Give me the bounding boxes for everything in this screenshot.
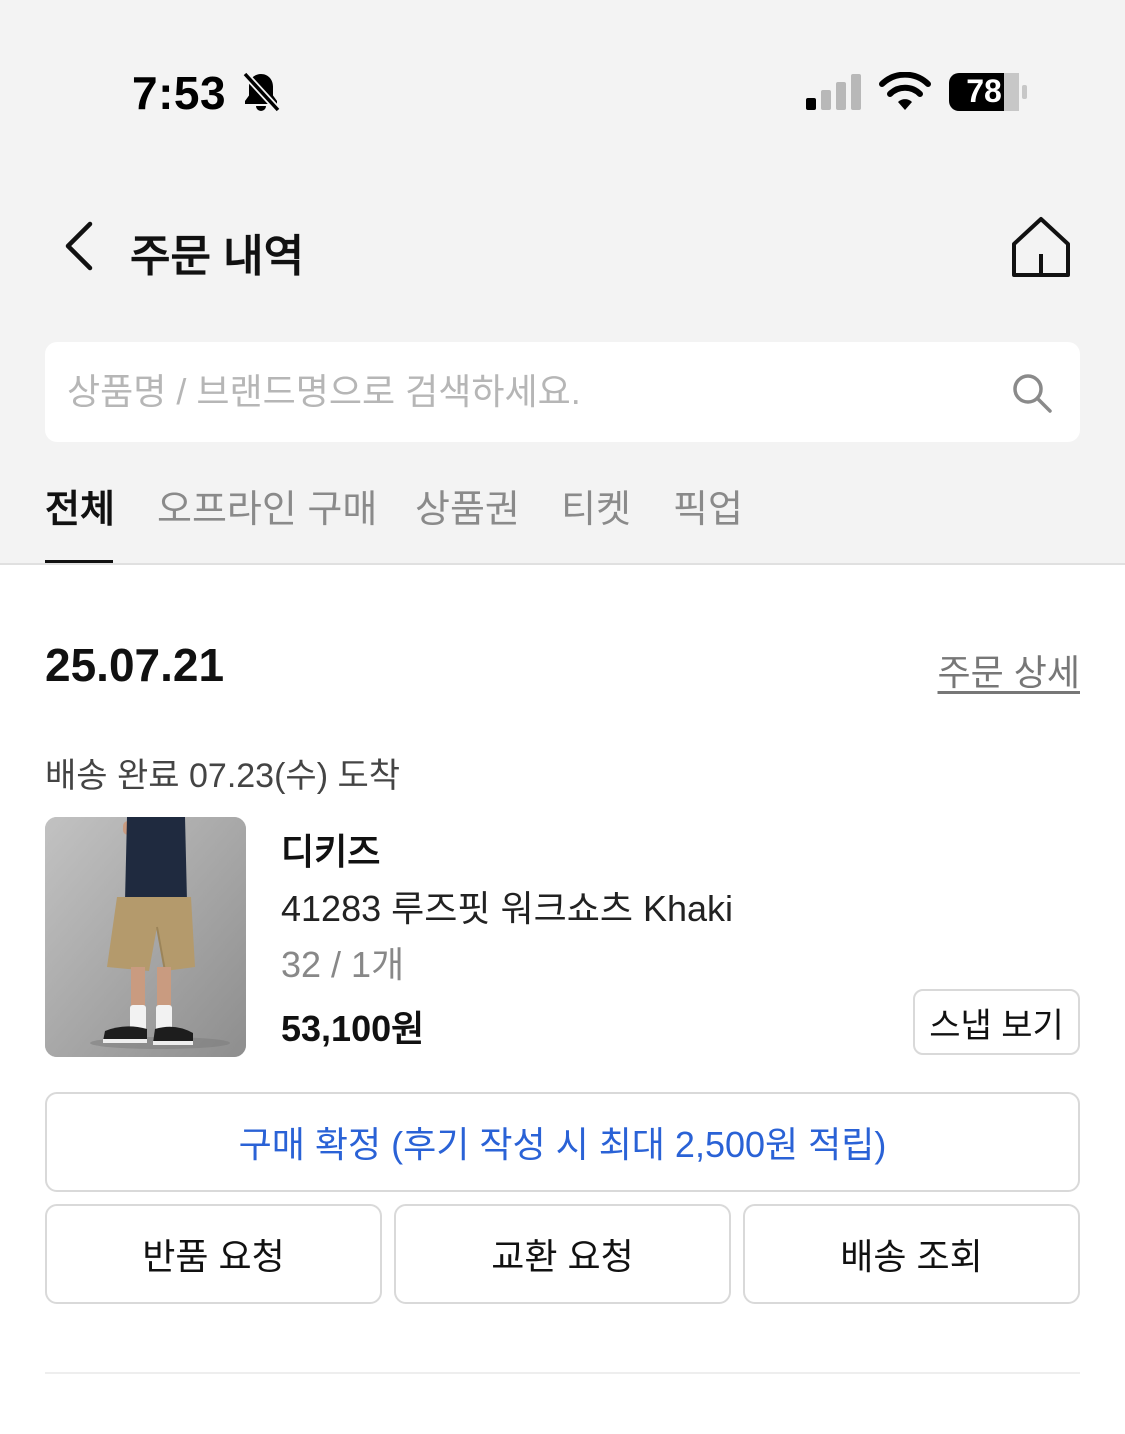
tabs-divider	[0, 563, 1125, 565]
tab-gift-card[interactable]: 상품권	[415, 478, 520, 533]
search-icon[interactable]	[1011, 372, 1053, 414]
back-button[interactable]	[56, 218, 102, 274]
exchange-request-button[interactable]: 교환 요청	[394, 1204, 731, 1304]
battery-level: 78	[966, 73, 1002, 109]
delivery-tracking-button[interactable]: 배송 조회	[743, 1204, 1080, 1304]
product-option: 32 / 1개	[281, 944, 405, 985]
section-divider	[45, 1372, 1080, 1374]
bell-muted-icon	[242, 71, 281, 113]
page-title: 주문 내역	[130, 232, 305, 281]
order-detail-link[interactable]: 주문 상세	[938, 644, 1080, 696]
tab-pickup[interactable]: 픽업	[673, 478, 743, 533]
status-time: 7:53	[132, 67, 227, 119]
return-request-button[interactable]: 반품 요청	[45, 1204, 382, 1304]
product-price: 53,100원	[281, 1008, 425, 1049]
tab-offline-purchase[interactable]: 오프라인 구매	[157, 478, 377, 533]
top-area: 7:53 78 주문 내역 전체	[0, 0, 1125, 565]
product-name[interactable]: 41283 루즈핏 워크쇼츠 Khaki	[281, 880, 733, 932]
search-box	[45, 342, 1080, 442]
cellular-signal-icon	[806, 74, 861, 110]
tab-all[interactable]: 전체	[45, 478, 115, 533]
purchase-confirm-button[interactable]: 구매 확정 (후기 작성 시 최대 2,500원 적립)	[45, 1092, 1080, 1192]
search-input[interactable]	[67, 342, 987, 442]
brand-name[interactable]: 디키즈	[281, 823, 380, 875]
home-icon[interactable]	[1008, 214, 1074, 280]
product-image[interactable]	[45, 817, 246, 1057]
snap-view-button[interactable]: 스냅 보기	[913, 989, 1080, 1055]
order-date: 25.07.21	[45, 639, 225, 691]
wifi-icon	[879, 72, 931, 110]
product-photo-illustration	[45, 817, 246, 1057]
delivery-status: 배송 완료 07.23(수) 도착	[45, 757, 401, 795]
tab-ticket[interactable]: 티켓	[561, 478, 631, 533]
